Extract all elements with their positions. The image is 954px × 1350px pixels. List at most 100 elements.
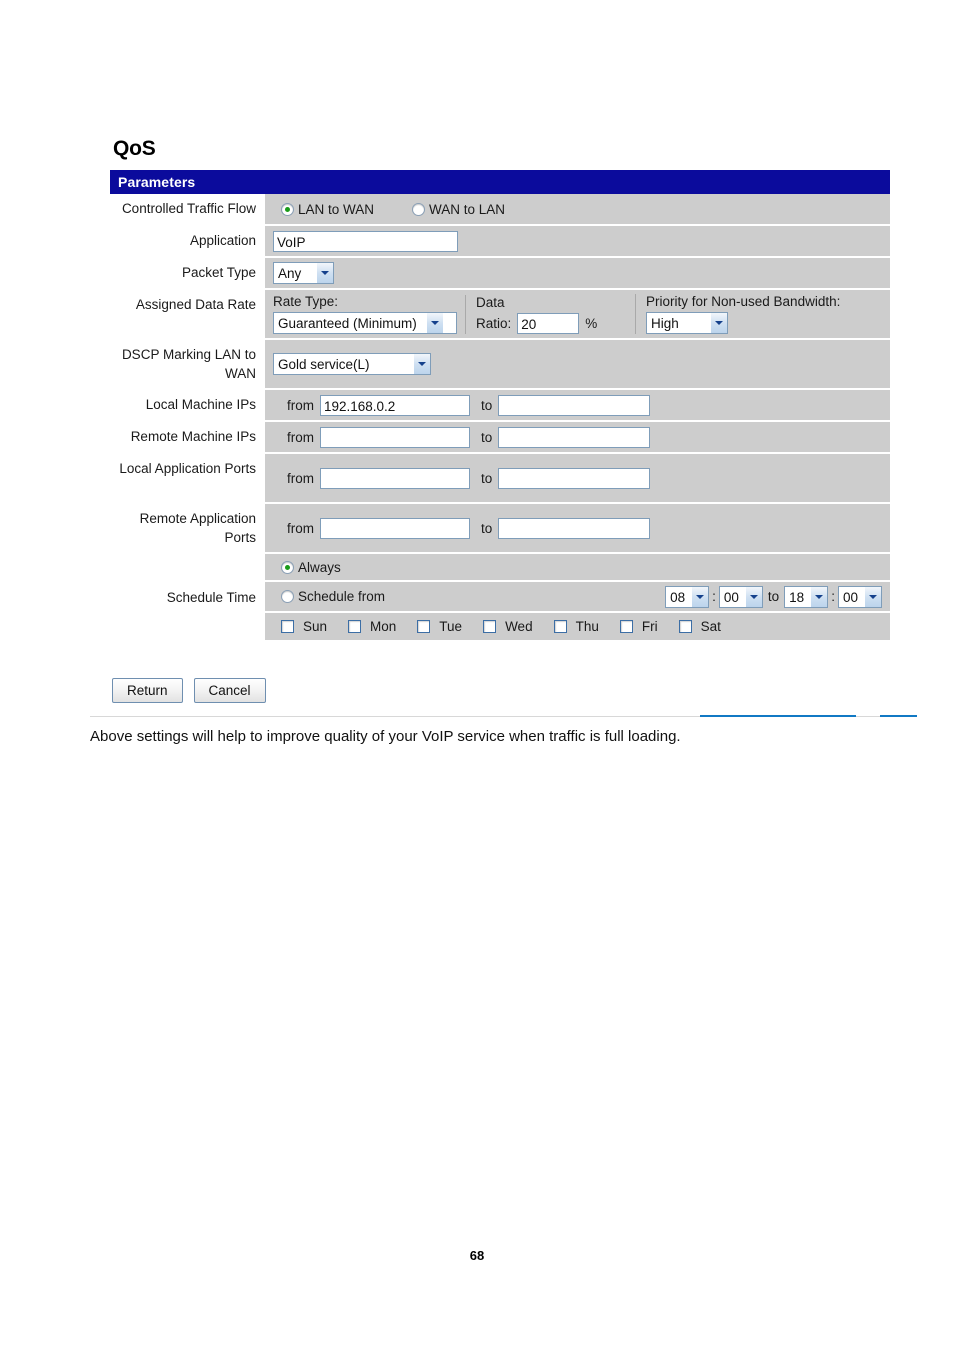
chevron-down-icon[interactable] — [316, 263, 333, 283]
rate-type-label: Rate Type: — [273, 294, 339, 309]
row-remote-machine-ips: Remote Machine IPs from to — [110, 422, 890, 452]
row-packet-type: Packet Type Any — [110, 258, 890, 288]
form-actions: Return Cancel — [112, 678, 266, 703]
radio-wan-to-lan[interactable]: WAN to LAN — [412, 202, 505, 217]
checkbox-thu-box[interactable] — [553, 620, 567, 633]
radio-always-indicator[interactable] — [281, 560, 294, 574]
priority-label: Priority for Non-used Bandwidth: — [646, 294, 841, 309]
application-input[interactable]: VoIP — [273, 230, 458, 252]
from-label: from — [287, 520, 314, 536]
cell-schedule-time: Always Schedule from 08 : 00 to 18: 00 … — [265, 554, 890, 640]
checkbox-fri-label: Fri — [641, 619, 658, 634]
checkbox-wed-label: Wed — [505, 619, 533, 634]
radio-wan-to-lan-indicator[interactable] — [412, 202, 426, 216]
chevron-down-icon[interactable] — [691, 586, 709, 607]
checkbox-wed-box[interactable] — [483, 620, 497, 633]
radio-lan-to-wan-label: LAN to WAN — [298, 201, 375, 217]
chevron-down-icon[interactable] — [710, 313, 727, 333]
cell-local-machine-ips: from 192.168.0.2 to — [265, 390, 890, 420]
checkbox-fri-box[interactable] — [619, 620, 633, 633]
data-ratio-input[interactable]: 20 — [517, 312, 580, 334]
dscp-marking-value: Gold service(L) — [278, 357, 370, 372]
label-local-machine-ips: Local Machine IPs — [110, 390, 265, 420]
priority-value: High — [651, 316, 679, 331]
chevron-down-icon[interactable] — [810, 586, 828, 607]
remote-application-port-from-input[interactable] — [320, 517, 470, 539]
row-local-machine-ips: Local Machine IPs from 192.168.0.2 to — [110, 390, 890, 420]
local-application-port-to-input[interactable] — [498, 467, 651, 489]
schedule-from-row: Schedule from 08 : 00 to 18: 00 — [265, 582, 890, 611]
radio-lan-to-wan-indicator[interactable] — [281, 202, 294, 216]
page-caption: Above settings will help to improve qual… — [90, 728, 681, 745]
end-hour-value: 18 — [789, 589, 805, 605]
cell-remote-application-ports: from to — [265, 504, 890, 552]
label-schedule-time: Schedule Time — [110, 554, 265, 640]
checkbox-sat[interactable]: Sat — [678, 619, 721, 634]
local-machine-ip-to-input[interactable] — [498, 394, 651, 416]
chevron-down-icon[interactable] — [426, 313, 443, 333]
dscp-marking-select[interactable]: Gold service(L) — [273, 353, 431, 375]
start-hour-select[interactable]: 08 — [665, 585, 710, 608]
start-minute-select[interactable]: 00 — [718, 585, 763, 608]
label-controlled-traffic-flow: Controlled Traffic Flow — [110, 194, 265, 224]
panel-header: Parameters — [110, 170, 890, 194]
checkbox-tue[interactable]: Tue — [417, 619, 462, 634]
page-title: QoS — [113, 137, 156, 160]
page-number: 68 — [469, 1248, 485, 1263]
time-colon-start: : — [712, 589, 716, 604]
checkbox-mon[interactable]: Mon — [348, 619, 396, 634]
row-application: Application VoIP — [110, 226, 890, 256]
rate-type-select[interactable]: Guaranteed (Minimum) — [273, 312, 457, 334]
schedule-time-pickers: 08 : 00 to 18 : 00 — [665, 585, 882, 608]
checkbox-tue-label: Tue — [439, 619, 463, 634]
percent-label: % — [585, 315, 598, 331]
checkbox-sun-box[interactable] — [281, 620, 294, 633]
priority-select[interactable]: High — [646, 312, 728, 334]
radio-lan-to-wan[interactable]: LAN to WAN — [281, 202, 374, 217]
start-hour-value: 08 — [670, 589, 686, 605]
radio-always[interactable]: Always — [281, 560, 341, 575]
schedule-always-row: Always — [265, 554, 890, 580]
checkbox-thu[interactable]: Thu — [553, 619, 599, 634]
checkbox-mon-box[interactable] — [348, 620, 362, 633]
cell-remote-machine-ips: from to — [265, 422, 890, 452]
checkbox-sat-box[interactable] — [678, 620, 692, 633]
checkbox-sun[interactable]: Sun — [281, 619, 327, 634]
label-remote-machine-ips: Remote Machine IPs — [110, 422, 265, 452]
packet-type-select[interactable]: Any — [273, 262, 334, 284]
to-label: to — [481, 397, 493, 413]
radio-schedule-from-indicator[interactable] — [281, 590, 294, 603]
cancel-button[interactable]: Cancel — [193, 678, 266, 703]
cell-dscp-marking: Gold service(L) — [265, 340, 890, 388]
remote-application-port-to-input[interactable] — [498, 517, 651, 539]
label-remote-application-ports: Remote Application Ports — [110, 504, 265, 552]
chevron-down-icon[interactable] — [864, 586, 881, 607]
checkbox-wed[interactable]: Wed — [483, 619, 533, 634]
checkbox-sun-label: Sun — [303, 619, 328, 634]
radio-always-label: Always — [298, 559, 341, 575]
remote-machine-ip-to-input[interactable] — [498, 426, 651, 448]
remote-machine-ip-from-input[interactable] — [320, 426, 470, 448]
cell-local-application-ports: from to — [265, 454, 890, 502]
return-button[interactable]: Return — [112, 678, 183, 703]
from-label: from — [287, 470, 314, 486]
chevron-down-icon[interactable] — [413, 354, 430, 374]
local-machine-ip-from-input[interactable]: 192.168.0.2 — [320, 394, 470, 416]
end-minute-select[interactable]: 00 — [837, 585, 882, 608]
label-local-application-ports: Local Application Ports — [110, 454, 265, 502]
chevron-down-icon[interactable] — [744, 586, 762, 607]
local-application-port-from-input[interactable] — [320, 467, 470, 489]
row-dscp-marking: DSCP Marking LAN to WAN Gold service(L) — [110, 340, 890, 388]
time-colon-end: : — [831, 589, 835, 604]
label-assigned-data-rate: Assigned Data Rate — [110, 290, 265, 338]
cell-application: VoIP — [265, 226, 890, 256]
cell-assigned-data-rate: Rate Type: Guaranteed (Minimum) Data Rat… — [265, 290, 890, 338]
packet-type-value: Any — [278, 266, 302, 281]
data-ratio-group: Data Ratio: 20 % — [465, 294, 635, 334]
checkbox-tue-box[interactable] — [417, 620, 431, 633]
radio-schedule-from[interactable]: Schedule from — [281, 589, 385, 604]
end-hour-select[interactable]: 18 — [784, 585, 829, 608]
priority-group: Priority for Non-used Bandwidth: High — [635, 294, 890, 334]
checkbox-fri[interactable]: Fri — [619, 619, 658, 634]
rate-type-value: Guaranteed (Minimum) — [278, 316, 417, 331]
